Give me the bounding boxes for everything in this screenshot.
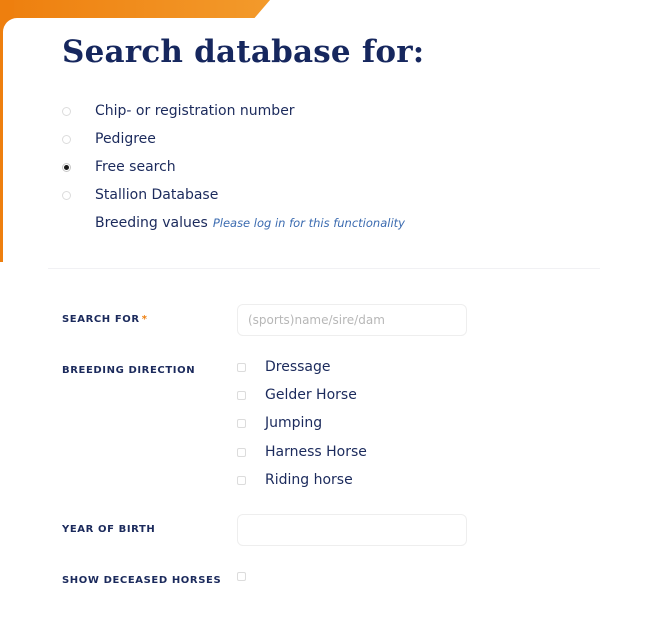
search-for-label: SEARCH FOR * <box>62 314 148 325</box>
checkbox[interactable] <box>237 447 246 457</box>
checkbox[interactable] <box>237 390 246 400</box>
checkbox[interactable] <box>237 418 246 428</box>
show-deceased-checkbox[interactable] <box>237 571 246 581</box>
radio-button-selected[interactable] <box>62 162 71 172</box>
radio-option-pedigree[interactable]: Pedigree <box>62 129 156 149</box>
checkbox-label: Harness Horse <box>265 444 367 460</box>
radio-option-stallion-database[interactable]: Stallion Database <box>62 185 218 205</box>
checkbox-label: Dressage <box>265 359 331 375</box>
radio-label: Free search <box>95 159 176 175</box>
radio-button[interactable] <box>62 134 71 144</box>
checkbox-label: Jumping <box>265 415 323 431</box>
checkbox[interactable] <box>237 475 246 485</box>
breeding-values-label: Breeding values <box>95 215 208 231</box>
page-title: Search database for: <box>62 34 425 70</box>
radio-option-free-search[interactable]: Free search <box>62 157 176 177</box>
checkbox-option-jumping[interactable]: Jumping <box>237 414 322 432</box>
checkbox-option-dressage[interactable]: Dressage <box>237 358 331 376</box>
checkbox-label: Gelder Horse <box>265 387 357 403</box>
radio-option-chip[interactable]: Chip- or registration number <box>62 101 295 121</box>
checkbox-label: Riding horse <box>265 472 353 488</box>
breeding-direction-label: BREEDING DIRECTION <box>62 365 196 376</box>
year-of-birth-input[interactable] <box>237 514 467 546</box>
search-for-input[interactable] <box>237 304 467 336</box>
radio-button[interactable] <box>62 106 71 116</box>
year-of-birth-label: YEAR OF BIRTH <box>62 524 156 535</box>
checkbox-option-riding-horse[interactable]: Riding horse <box>237 471 353 489</box>
checkbox-option-harness-horse[interactable]: Harness Horse <box>237 443 367 461</box>
search-for-label-text: SEARCH FOR <box>62 314 140 325</box>
section-divider <box>48 268 600 269</box>
radio-button[interactable] <box>62 190 71 200</box>
show-deceased-label: SHOW DECEASED HORSES <box>62 575 222 586</box>
radio-label: Stallion Database <box>95 187 219 203</box>
checkbox[interactable] <box>237 362 246 372</box>
radio-label: Pedigree <box>95 131 156 147</box>
radio-label: Chip- or registration number <box>95 103 295 119</box>
checkbox-option-gelder-horse[interactable]: Gelder Horse <box>237 386 357 404</box>
show-deceased-toggle[interactable] <box>237 567 246 585</box>
login-hint: Please log in for this functionality <box>212 216 405 230</box>
breeding-values-option: Breeding values Please log in for this fu… <box>95 215 405 231</box>
required-asterisk: * <box>141 314 148 325</box>
